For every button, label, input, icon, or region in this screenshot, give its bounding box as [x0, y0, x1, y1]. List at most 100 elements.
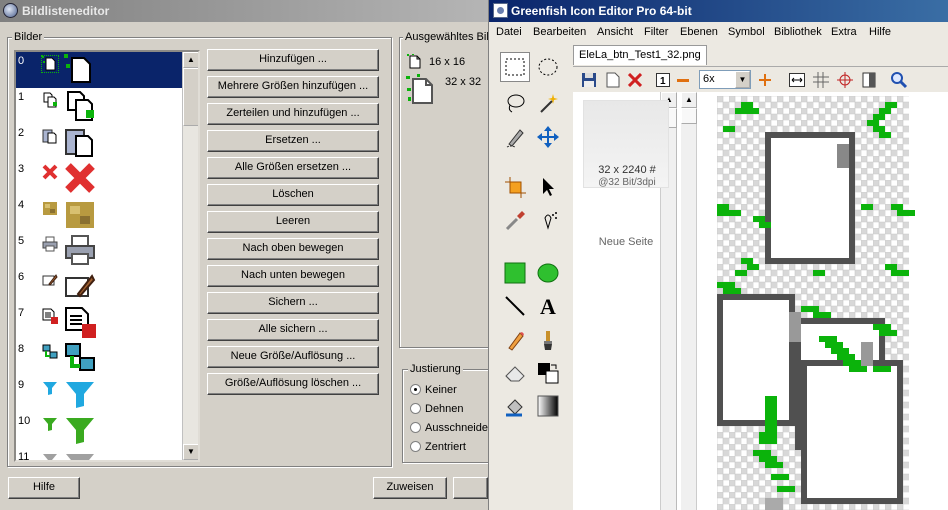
crosshair-icon[interactable]	[835, 70, 855, 90]
page-thumbnail[interactable]: 32 x 2240 # @32 Bit/3dpi	[583, 100, 669, 188]
ellipse-icon[interactable]	[533, 258, 563, 288]
menu-library[interactable]: Bibliothek	[774, 26, 822, 38]
pixel-canvas[interactable]	[717, 96, 917, 510]
magic-wand-icon[interactable]	[533, 88, 563, 118]
save-icon[interactable]	[579, 70, 599, 90]
add-multiple-sizes-button[interactable]: Mehrere Größen hinzufügen ...	[207, 76, 379, 98]
list-item[interactable]: 3	[16, 160, 182, 196]
radio-center-dot[interactable]	[410, 441, 421, 452]
new-page-icon[interactable]	[603, 70, 623, 90]
move-down-button[interactable]: Nach unten bewegen	[207, 265, 379, 287]
list-item-index: 7	[18, 307, 25, 319]
move-up-button[interactable]: Nach oben bewegen	[207, 238, 379, 260]
menu-view[interactable]: Ansicht	[597, 26, 633, 38]
magnifier-icon[interactable]	[889, 70, 909, 90]
radio-crop-dot[interactable]	[410, 422, 421, 433]
eraser-icon[interactable]	[500, 358, 530, 388]
page-number-icon[interactable]: 1	[653, 70, 673, 90]
add-button[interactable]: Hinzufügen ...	[207, 49, 379, 71]
menu-help[interactable]: Hilfe	[869, 26, 891, 38]
ok-button[interactable]	[453, 477, 488, 499]
delete-size-button[interactable]: Größe/Auflösung löschen ...	[207, 373, 379, 395]
canvas-scroll-thumb[interactable]	[681, 108, 697, 124]
list-item[interactable]: 0	[16, 52, 182, 88]
ellipse-select-icon[interactable]	[533, 52, 563, 82]
menu-filter[interactable]: Filter	[644, 26, 668, 38]
split-and-add-button[interactable]: Zerteilen und hinzufügen ...	[207, 103, 379, 125]
radio-center[interactable]: Zentriert	[410, 441, 466, 453]
radio-stretch-dot[interactable]	[410, 403, 421, 414]
menu-file[interactable]: Datei	[496, 26, 522, 38]
assign-button[interactable]: Zuweisen	[373, 477, 447, 499]
menu-edit[interactable]: Bearbeiten	[533, 26, 586, 38]
zoom-select[interactable]: 6x ▼	[699, 70, 751, 89]
crop-icon[interactable]	[500, 172, 530, 202]
pointer-icon[interactable]	[533, 172, 563, 202]
lasso-icon[interactable]	[500, 88, 530, 118]
zoom-out-icon[interactable]	[673, 70, 693, 90]
size-16-label[interactable]: 16 x 16	[429, 56, 465, 68]
radio-crop[interactable]: Ausschneiden	[410, 422, 488, 434]
new-size-button[interactable]: Neue Größe/Auflösung ...	[207, 346, 379, 368]
canvas-scroll-up-button[interactable]: ▲	[681, 92, 697, 108]
gradient-icon[interactable]	[533, 391, 563, 421]
clear-button[interactable]: Leeren	[207, 211, 379, 233]
zoom-in-icon[interactable]	[755, 70, 775, 90]
gold-texture-icon	[42, 200, 58, 216]
move-icon[interactable]	[533, 122, 563, 152]
chevron-down-icon[interactable]: ▼	[735, 71, 750, 88]
size-16-icon	[407, 54, 423, 70]
list-item[interactable]: 9	[16, 376, 182, 412]
list-item[interactable]: 11	[16, 448, 182, 460]
grid-icon[interactable]	[811, 70, 831, 90]
scroll-thumb[interactable]	[183, 68, 198, 126]
paste-document-icon	[42, 128, 58, 144]
list-item[interactable]: 10	[16, 412, 182, 448]
scroll-up-button[interactable]: ▲	[183, 52, 198, 68]
list-item[interactable]: 8	[16, 340, 182, 376]
line-icon[interactable]	[500, 291, 530, 321]
spray-icon[interactable]	[533, 206, 563, 236]
save-button[interactable]: Sichern ...	[207, 292, 379, 314]
menu-layers[interactable]: Ebenen	[680, 26, 718, 38]
text-icon[interactable]: A	[533, 291, 563, 321]
copy-document-icon	[42, 92, 58, 108]
image-list[interactable]: 0 1 2 3 4 5 6 7 8 9 10 11 ▲ ▼	[14, 50, 200, 462]
list-item[interactable]: 4	[16, 196, 182, 232]
tab-document[interactable]: EleLa_btn_Test1_32.png	[573, 45, 707, 65]
rectangle-icon[interactable]	[500, 258, 530, 288]
list-item[interactable]: 7	[16, 304, 182, 340]
radio-stretch[interactable]: Dehnen	[410, 403, 464, 415]
replace-button[interactable]: Ersetzen ...	[207, 130, 379, 152]
left-title-bar[interactable]: Bildlisteneditor	[0, 0, 488, 22]
menu-symbol[interactable]: Symbol	[728, 26, 765, 38]
brush-icon[interactable]	[533, 325, 563, 355]
pencil-icon[interactable]	[500, 325, 530, 355]
fit-width-icon[interactable]	[787, 70, 807, 90]
radio-none-dot[interactable]	[410, 384, 421, 395]
delete-icon[interactable]	[625, 70, 645, 90]
new-page-link[interactable]: Neue Seite	[583, 236, 669, 248]
pen-select-icon[interactable]	[500, 122, 530, 152]
list-item[interactable]: 6	[16, 268, 182, 304]
list-item[interactable]: 2	[16, 124, 182, 160]
image-list-scrollbar[interactable]: ▲ ▼	[182, 52, 198, 460]
list-item[interactable]: 5	[16, 232, 182, 268]
right-title-bar[interactable]: Greenfish Icon Editor Pro 64-bit	[489, 0, 948, 22]
color-replace-icon[interactable]	[533, 358, 563, 388]
list-item[interactable]: 1	[16, 88, 182, 124]
fill-icon[interactable]	[500, 391, 530, 421]
tile-view-icon[interactable]	[859, 70, 879, 90]
save-all-button[interactable]: Alle sichern ...	[207, 319, 379, 341]
rect-select-icon[interactable]	[500, 52, 530, 82]
scroll-down-button[interactable]: ▼	[183, 444, 198, 460]
color-picker-icon[interactable]	[500, 206, 530, 236]
delete-button[interactable]: Löschen	[207, 184, 379, 206]
help-button[interactable]: Hilfe	[8, 477, 80, 499]
canvas-left-scrollbar[interactable]: ▲	[681, 92, 697, 510]
replace-all-sizes-button[interactable]: Alle Größen ersetzen ...	[207, 157, 379, 179]
size-32-label[interactable]: 32 x 32	[445, 76, 481, 88]
menu-extra[interactable]: Extra	[831, 26, 857, 38]
radio-none[interactable]: Keiner	[410, 384, 457, 396]
greenfish-logo-icon	[493, 3, 508, 18]
